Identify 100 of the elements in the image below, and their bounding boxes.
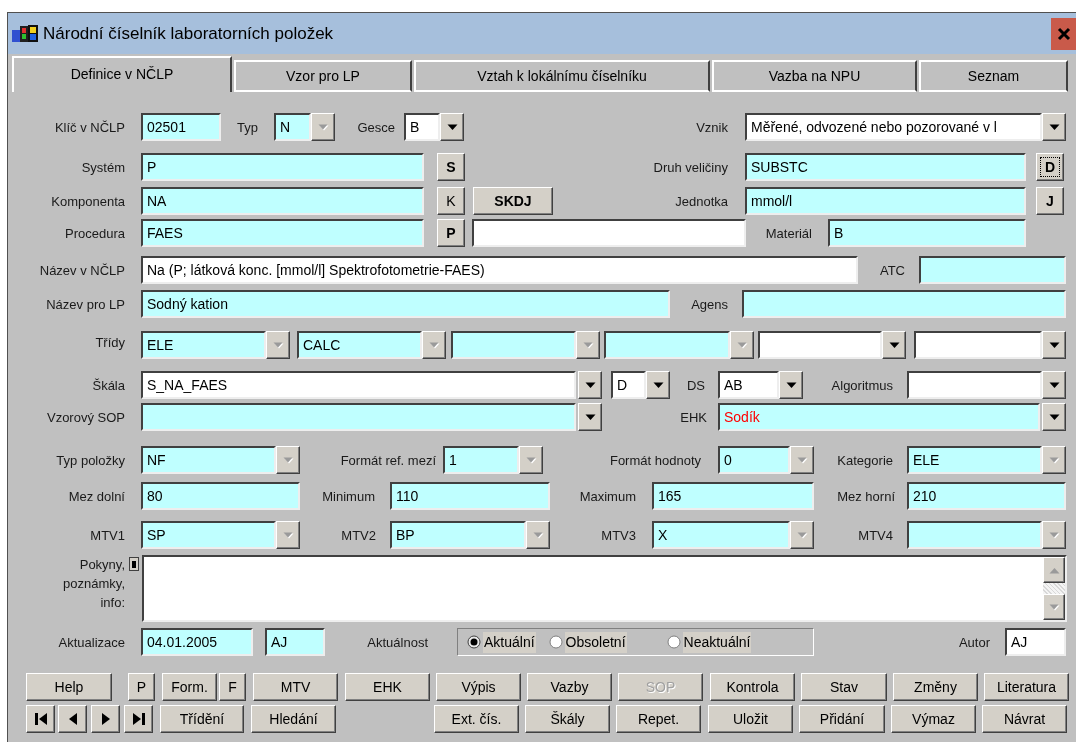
button[interactable]: D xyxy=(1036,153,1064,181)
field-label: Formát ref. mezí xyxy=(340,451,436,470)
field-label: Maximum xyxy=(579,487,636,506)
button[interactable]: Literatura xyxy=(984,673,1069,701)
field-label: Typ xyxy=(237,118,258,137)
text-field[interactable]: 02501 xyxy=(141,113,221,141)
field-label: Autor xyxy=(958,633,990,652)
caret-icon xyxy=(582,341,594,349)
field-label: ATC xyxy=(879,261,905,280)
button[interactable]: Kontrola xyxy=(710,673,795,701)
tab[interactable]: Vztah k lokálnímu číselníku xyxy=(414,60,710,92)
button[interactable]: Návrat xyxy=(982,705,1067,733)
caret-icon xyxy=(1048,531,1060,539)
caret-icon xyxy=(796,456,808,464)
button[interactable]: Výpis xyxy=(436,673,521,701)
tab[interactable]: Vzor pro LP xyxy=(234,60,412,92)
text-field[interactable]: 165 xyxy=(652,482,814,510)
field-label: Mez horní xyxy=(837,487,895,506)
text-field[interactable]: 110 xyxy=(390,482,550,510)
text-field[interactable]: P xyxy=(141,153,424,181)
radio-label[interactable]: Aktuální xyxy=(483,631,536,653)
caret-icon xyxy=(584,413,596,421)
button[interactable]: Repet. xyxy=(616,705,701,733)
text-field[interactable]: AJ xyxy=(1005,628,1066,656)
text-field[interactable]: FAES xyxy=(141,219,424,247)
caret-icon xyxy=(652,381,664,389)
expand-button[interactable] xyxy=(129,557,139,571)
radio-label[interactable]: Neaktuální xyxy=(682,631,752,653)
button[interactable]: P xyxy=(437,219,465,247)
button[interactable]: Ext. čís. xyxy=(434,705,519,733)
field-label: Vznik xyxy=(696,118,728,137)
radio-button[interactable] xyxy=(666,635,681,649)
text-field[interactable] xyxy=(742,290,1066,318)
text-field[interactable] xyxy=(919,256,1066,284)
text-field[interactable]: B xyxy=(828,219,1026,247)
dropdown[interactable] xyxy=(914,331,1066,359)
button[interactable]: J xyxy=(1036,187,1064,215)
button[interactable]: MTV xyxy=(253,673,338,701)
tab[interactable]: Seznam xyxy=(919,60,1068,92)
field-label: EHK xyxy=(680,408,707,427)
field-label: Aktuálnost xyxy=(367,633,428,652)
button[interactable]: F xyxy=(219,673,246,701)
text-field[interactable]: 80 xyxy=(141,482,300,510)
navigation-button[interactable] xyxy=(124,705,153,733)
navigation-button[interactable] xyxy=(91,705,120,733)
text-field[interactable]: Na (P; látková konc. [mmol/l] Spektrofotometrie-FAES) xyxy=(141,256,858,284)
caret-icon xyxy=(1048,413,1060,421)
button[interactable]: S xyxy=(437,153,465,181)
field-label: Algoritmus xyxy=(831,376,893,395)
button[interactable]: Form. xyxy=(162,673,217,701)
notes-textarea[interactable] xyxy=(142,555,1067,622)
field-label: Klíč v NČLP xyxy=(54,118,125,137)
field-label: MTV2 xyxy=(341,526,376,545)
button[interactable]: Změny xyxy=(893,673,978,701)
button[interactable]: P xyxy=(128,673,155,701)
button[interactable]: Help xyxy=(26,673,112,701)
text-field[interactable]: NA xyxy=(141,187,424,215)
radio-button[interactable] xyxy=(548,635,563,649)
field-label: Agens xyxy=(691,295,728,314)
text-field[interactable]: mmol/l xyxy=(745,187,1026,215)
caret-icon xyxy=(1048,603,1060,611)
text-field[interactable]: SUBSTC xyxy=(745,153,1026,181)
dropdown[interactable] xyxy=(907,371,1066,399)
text-field[interactable]: AJ xyxy=(265,628,325,656)
caret-icon xyxy=(888,341,900,349)
field-label: Typ položky xyxy=(56,451,125,470)
first-record-icon xyxy=(33,712,48,726)
tab[interactable]: Vazba na NPU xyxy=(712,60,917,92)
app-icon xyxy=(11,22,41,45)
text-field[interactable]: Sodný kation xyxy=(141,290,670,318)
button[interactable]: Výmaz xyxy=(891,705,976,733)
navigation-button[interactable] xyxy=(26,705,55,733)
text-field[interactable]: 210 xyxy=(907,482,1066,510)
button[interactable]: Škály xyxy=(525,705,610,733)
scrollbar[interactable] xyxy=(1043,557,1065,620)
tab[interactable]: Definice v NČLP xyxy=(12,56,232,92)
dropdown[interactable] xyxy=(141,403,602,431)
radio-button[interactable] xyxy=(467,635,481,649)
text-field[interactable]: 04.01.2005 xyxy=(141,628,253,656)
button[interactable]: K xyxy=(437,187,465,215)
caret-icon xyxy=(785,381,797,389)
button[interactable]: EHK xyxy=(345,673,430,701)
navigation-button[interactable] xyxy=(58,705,87,733)
dropdown[interactable] xyxy=(758,331,906,359)
button[interactable]: SKDJ xyxy=(473,187,553,215)
button[interactable]: Vazby xyxy=(527,673,612,701)
button[interactable]: Uložit xyxy=(708,705,793,733)
field-label: Minimum xyxy=(322,487,375,506)
caret-icon xyxy=(1048,456,1060,464)
button[interactable]: Hledání xyxy=(251,705,336,733)
field-label: Druh veličiny xyxy=(653,158,728,177)
close-icon xyxy=(1056,26,1071,41)
field-label: Pokyny, poznámky, info: xyxy=(62,556,125,612)
text-field[interactable] xyxy=(472,219,746,247)
field-label: Aktualizace xyxy=(58,633,125,652)
button[interactable]: Stav xyxy=(801,673,887,701)
button[interactable]: Přidání xyxy=(799,705,885,733)
radio-label[interactable]: Obsoletní xyxy=(564,631,627,653)
button[interactable]: Třídění xyxy=(160,705,244,733)
close-button[interactable] xyxy=(1051,17,1076,50)
